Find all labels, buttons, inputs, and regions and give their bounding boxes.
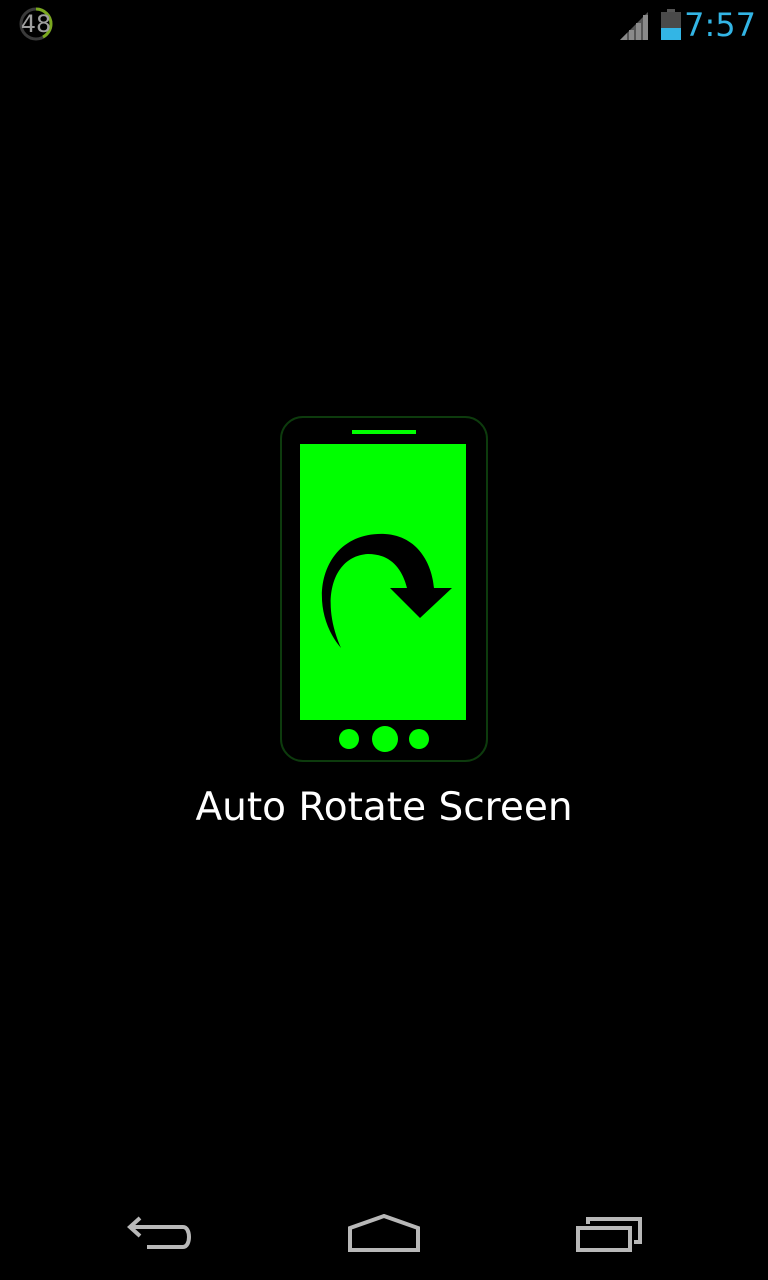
back-arrow-icon [127, 1216, 191, 1249]
notification-badge[interactable]: 48 [18, 6, 54, 42]
navigation-bar [0, 1184, 768, 1280]
screen: 48 7:57 Auto Rotate Screen [0, 0, 768, 1280]
recent-apps-button[interactable] [555, 1204, 665, 1264]
back-button[interactable] [105, 1204, 215, 1264]
notification-count: 48 [20, 10, 52, 38]
phone-rotate-icon[interactable] [280, 416, 488, 762]
phone-rotate-graphic [280, 416, 488, 762]
home-icon [348, 1214, 420, 1252]
battery-icon [661, 9, 681, 40]
status-clock: 7:57 [684, 6, 756, 44]
app-label[interactable]: Auto Rotate Screen [0, 784, 768, 832]
home-button[interactable] [329, 1204, 439, 1264]
cell-signal-icon [620, 12, 648, 40]
status-bar: 48 7:57 [0, 0, 768, 50]
recent-apps-icon [576, 1217, 642, 1252]
